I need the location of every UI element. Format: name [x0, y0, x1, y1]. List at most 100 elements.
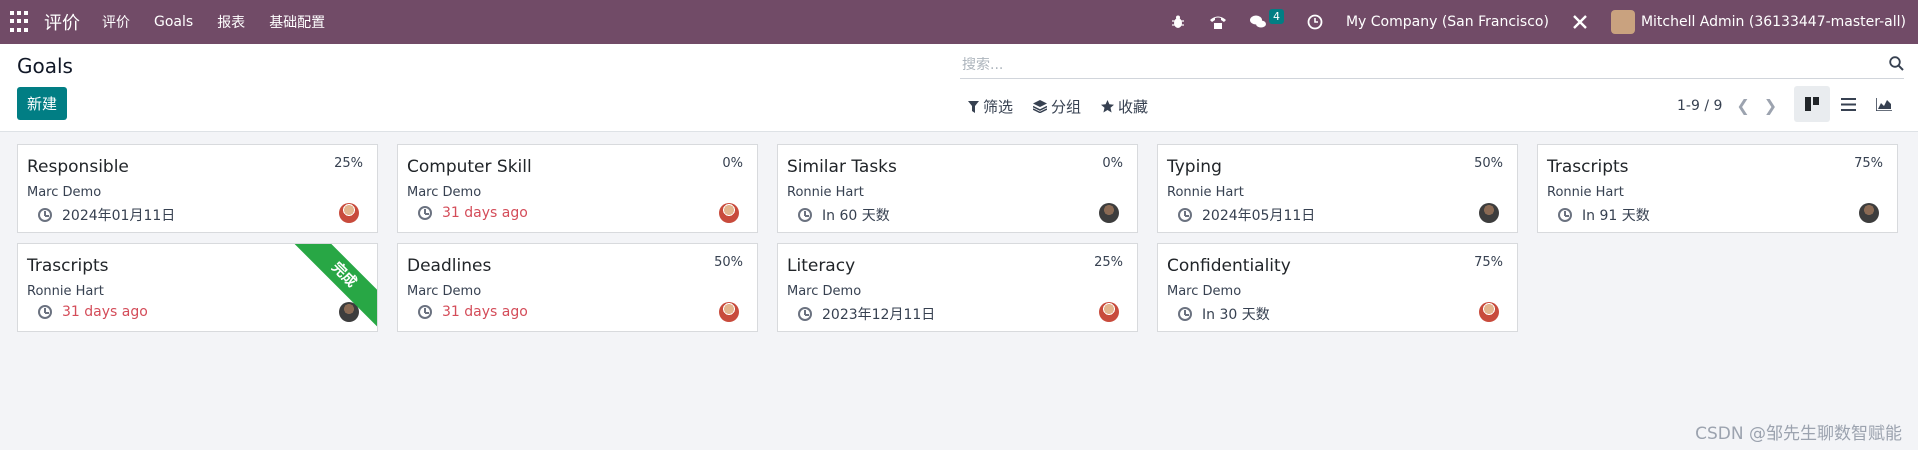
layers-icon	[1033, 100, 1048, 113]
search-input[interactable]	[960, 57, 1889, 73]
goal-title: Computer Skill	[407, 157, 532, 177]
user-avatar	[1610, 10, 1635, 34]
user-menu[interactable]: Mitchell Admin (36133447-master-all)	[1610, 10, 1906, 34]
page-title: Goals	[17, 54, 73, 78]
watermark: CSDN @邹先生聊数智赋能	[1695, 424, 1902, 444]
goal-employee: Marc Demo	[407, 185, 482, 200]
apps-menu-icon[interactable]	[10, 11, 32, 33]
menu-item-reports[interactable]: 报表	[217, 12, 245, 32]
done-ribbon: 完成	[288, 244, 377, 331]
search-bar	[960, 52, 1904, 79]
star-icon	[1101, 100, 1115, 113]
goal-card[interactable]: Literacy 25% Marc Demo 2023年12月11日	[777, 243, 1138, 332]
graph-view-icon[interactable]	[1866, 86, 1902, 122]
phone-icon[interactable]	[1209, 13, 1227, 31]
goal-progress: 0%	[722, 156, 743, 171]
clock-icon	[38, 305, 52, 319]
clock-icon	[418, 305, 432, 319]
clock-icon	[418, 206, 432, 220]
clock-icon	[798, 307, 812, 321]
goal-title: Trascripts	[1547, 157, 1629, 177]
goal-employee: Marc Demo	[787, 284, 862, 299]
pager: 1-9 / 9 ❮ ❯	[1677, 96, 1777, 115]
goal-title: Trascripts	[27, 256, 109, 276]
top-navbar: 评价 评价 Goals 报表 基础配置 4 My Company (San Fr…	[0, 0, 1918, 44]
employee-avatar[interactable]	[719, 203, 739, 223]
employee-avatar[interactable]	[1479, 302, 1499, 322]
goal-deadline: 31 days ago	[418, 304, 528, 320]
clock-icon	[798, 208, 812, 222]
list-view-icon[interactable]	[1830, 86, 1866, 122]
favorites-button[interactable]: 收藏	[1101, 96, 1148, 117]
kanban-view-icon[interactable]	[1794, 86, 1830, 122]
goal-title: Typing	[1167, 157, 1222, 177]
deadline-text: 2024年01月11日	[62, 208, 176, 224]
company-switcher[interactable]: My Company (San Francisco)	[1346, 14, 1549, 30]
goal-card[interactable]: Confidentiality 75% Marc Demo In 30 天数	[1157, 243, 1518, 332]
deadline-text: 31 days ago	[442, 205, 528, 221]
employee-avatar[interactable]	[1859, 203, 1879, 223]
goal-deadline: 2023年12月11日	[798, 304, 935, 324]
filter-label: 筛选	[983, 98, 1014, 116]
goal-employee: Ronnie Hart	[1167, 185, 1244, 200]
employee-avatar[interactable]	[1479, 203, 1499, 223]
goal-progress: 75%	[1854, 156, 1883, 171]
deadline-text: In 30 天数	[1202, 307, 1270, 323]
deadline-text: In 91 天数	[1582, 208, 1650, 224]
goal-card[interactable]: Trascripts 75% Ronnie Hart In 91 天数	[1537, 144, 1898, 233]
goal-title: Literacy	[787, 256, 856, 276]
goal-progress: 50%	[714, 255, 743, 270]
employee-avatar[interactable]	[719, 302, 739, 322]
goal-employee: Marc Demo	[1167, 284, 1242, 299]
goal-card[interactable]: Trascripts Ronnie Hart 31 days ago 完成	[17, 243, 378, 332]
goal-card[interactable]: Typing 50% Ronnie Hart 2024年05月11日	[1157, 144, 1518, 233]
deadline-text: 31 days ago	[442, 304, 528, 320]
goal-deadline: 2024年05月11日	[1178, 205, 1315, 225]
control-panel: Goals 新建 筛选 分组 收藏 1-9 / 9 ❮ ❯	[0, 44, 1918, 132]
menu-item-configuration[interactable]: 基础配置	[269, 12, 325, 32]
deadline-text: 31 days ago	[62, 304, 148, 320]
group-by-label: 分组	[1051, 98, 1082, 116]
new-button[interactable]: 新建	[17, 87, 67, 120]
goal-card[interactable]: Responsible 25% Marc Demo 2024年01月11日	[17, 144, 378, 233]
clock-icon	[1178, 307, 1192, 321]
app-name[interactable]: 评价	[44, 9, 80, 35]
goal-card[interactable]: Computer Skill 0% Marc Demo 31 days ago	[397, 144, 758, 233]
pager-next-icon[interactable]: ❯	[1764, 96, 1777, 115]
employee-avatar[interactable]	[339, 203, 359, 223]
goal-deadline: In 91 天数	[1558, 205, 1650, 225]
group-by-button[interactable]: 分组	[1033, 96, 1081, 117]
bug-icon[interactable]	[1169, 13, 1187, 31]
menu-item-evaluation[interactable]: 评价	[102, 12, 130, 32]
goal-card[interactable]: Similar Tasks 0% Ronnie Hart In 60 天数	[777, 144, 1138, 233]
debug-tools-icon[interactable]	[1571, 13, 1589, 31]
goal-title: Similar Tasks	[787, 157, 897, 177]
chat-icon[interactable]	[1249, 13, 1267, 31]
search-icon[interactable]	[1889, 55, 1904, 75]
menu-item-goals[interactable]: Goals	[154, 14, 193, 30]
goal-deadline: 31 days ago	[38, 304, 148, 320]
goal-employee: Ronnie Hart	[27, 284, 104, 299]
goal-deadline: In 30 天数	[1178, 304, 1270, 324]
goal-employee: Marc Demo	[407, 284, 482, 299]
pager-value[interactable]: 1-9 / 9	[1677, 98, 1722, 114]
activity-clock-icon[interactable]	[1306, 13, 1324, 31]
pager-previous-icon[interactable]: ❮	[1736, 96, 1749, 115]
favorites-label: 收藏	[1118, 98, 1149, 116]
goal-progress: 0%	[1102, 156, 1123, 171]
filter-icon	[968, 100, 979, 113]
goal-progress: 25%	[1094, 255, 1123, 270]
deadline-text: In 60 天数	[822, 208, 890, 224]
goal-deadline: In 60 天数	[798, 205, 890, 225]
goal-employee: Ronnie Hart	[787, 185, 864, 200]
employee-avatar[interactable]	[1099, 203, 1119, 223]
view-switcher	[1794, 86, 1902, 122]
goal-employee: Marc Demo	[27, 185, 102, 200]
goal-title: Responsible	[27, 157, 129, 177]
filter-button[interactable]: 筛选	[968, 96, 1013, 117]
goal-progress: 25%	[334, 156, 363, 171]
goal-card[interactable]: Deadlines 50% Marc Demo 31 days ago	[397, 243, 758, 332]
user-name: Mitchell Admin (36133447-master-all)	[1640, 14, 1906, 30]
employee-avatar[interactable]	[1099, 302, 1119, 322]
goal-progress: 50%	[1474, 156, 1503, 171]
